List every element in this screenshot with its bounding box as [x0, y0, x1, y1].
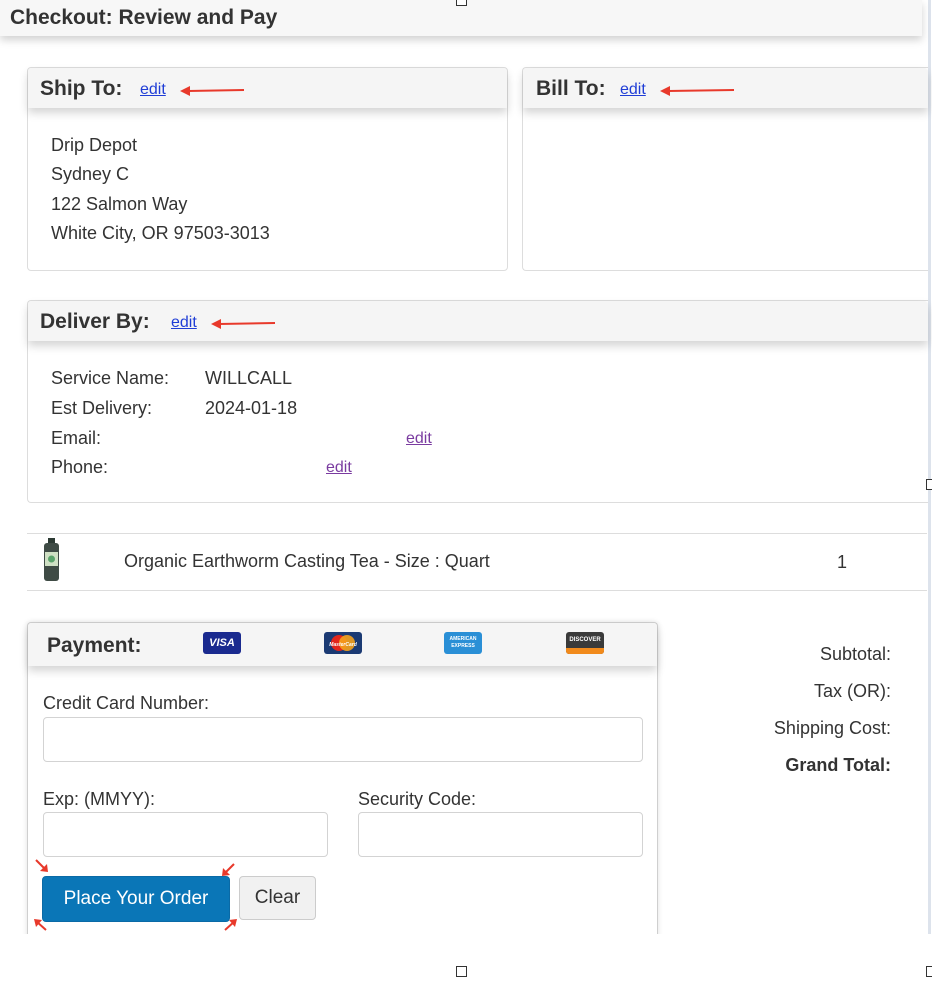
mastercard-card-text: MasterCard — [329, 642, 357, 648]
annotation-arrow-icon — [34, 919, 47, 931]
bill-to-title: Bill To: — [536, 77, 606, 100]
ship-to-edit-link[interactable]: edit — [140, 81, 166, 99]
est-delivery-label: Est Delivery: — [51, 398, 153, 418]
service-name-value: WILLCALL — [205, 368, 293, 388]
ship-to-title: Ship To: — [40, 77, 123, 100]
card-number-input[interactable] — [43, 717, 643, 762]
amex-card-icon: AMERICAN EXPRESS — [444, 632, 482, 654]
est-delivery-value: 2024-01-18 — [205, 398, 298, 418]
annotation-arrow-icon — [660, 86, 735, 96]
bill-to-panel: Bill To: edit — [522, 67, 928, 271]
grand-total-label: Grand Total: — [785, 755, 891, 775]
selection-handle[interactable] — [926, 966, 932, 977]
exp-input[interactable] — [43, 812, 328, 857]
card-number-label: Credit Card Number: — [43, 693, 210, 713]
discover-card-text: DISCOVER — [569, 637, 601, 643]
ship-to-line: Drip Depot — [51, 135, 138, 155]
phone-edit-link[interactable]: edit — [326, 459, 352, 477]
subtotal-label: Subtotal: — [819, 644, 891, 664]
service-name-label: Service Name: — [51, 368, 170, 388]
deliver-by-panel: Deliver By: edit Service Name: WILLCALL … — [27, 300, 928, 503]
visa-card-text: VISA — [209, 637, 235, 649]
clear-button[interactable]: Clear — [239, 876, 316, 920]
security-code-label: Security Code: — [358, 789, 477, 809]
deliver-by-header — [28, 301, 928, 341]
visa-card-icon: VISA — [203, 632, 241, 654]
ship-to-line: Sydney C — [51, 164, 130, 184]
page-edge-line — [928, 0, 931, 950]
email-label: Email: — [51, 428, 102, 448]
email-edit-link[interactable]: edit — [406, 430, 432, 448]
shipping-cost-label: Shipping Cost: — [773, 718, 891, 738]
deliver-by-edit-link[interactable]: edit — [171, 314, 197, 332]
selection-handle[interactable] — [456, 0, 467, 6]
annotation-arrow-icon — [35, 859, 48, 872]
annotation-arrow-icon — [224, 919, 237, 931]
selection-handle[interactable] — [926, 479, 932, 490]
mastercard-card-icon: MasterCard — [324, 632, 362, 654]
cart-item-name: Organic Earthworm Casting Tea - Size : Q… — [124, 551, 490, 571]
annotation-arrow-icon — [180, 86, 245, 96]
payment-title: Payment: — [47, 634, 142, 657]
page-title: Checkout: Review and Pay — [10, 6, 278, 29]
annotation-arrow-icon — [211, 319, 276, 329]
ship-to-panel: Ship To: edit Drip Depot Sydney C 122 Sa… — [27, 67, 508, 271]
ship-to-line: White City, OR 97503-3013 — [51, 223, 270, 243]
place-order-button[interactable]: Place Your Order — [42, 876, 230, 922]
bill-to-edit-link[interactable]: edit — [620, 81, 646, 99]
exp-label: Exp: (MMYY): — [43, 789, 156, 809]
discover-card-icon: DISCOVER — [566, 632, 604, 654]
phone-label: Phone: — [51, 457, 109, 477]
product-bottle-icon — [44, 538, 59, 581]
amex-card-text: AMERICAN EXPRESS — [449, 636, 477, 649]
tax-label: Tax (OR): — [813, 681, 891, 701]
annotation-arrow-icon — [222, 863, 235, 876]
security-code-input[interactable] — [358, 812, 643, 857]
ship-to-line: 122 Salmon Way — [51, 194, 188, 214]
selection-handle[interactable] — [456, 966, 467, 977]
deliver-by-title: Deliver By: — [40, 310, 150, 333]
cart-item-quantity: 1 — [837, 552, 848, 572]
